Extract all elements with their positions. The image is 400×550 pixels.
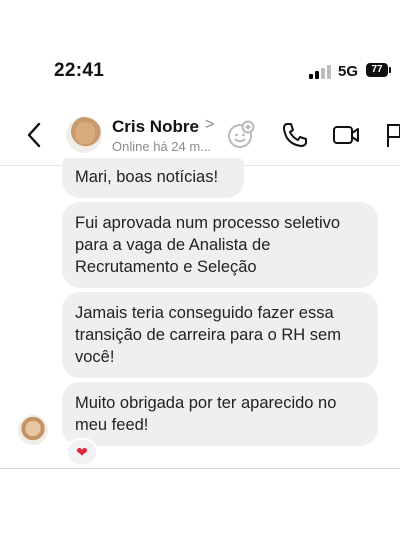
chevron-left-icon[interactable]	[24, 120, 44, 150]
message-bubble[interactable]: Muito obrigada por ter aparecido no meu …	[62, 382, 378, 446]
heart-reaction[interactable]: ❤	[66, 438, 98, 466]
battery-level: 77	[371, 64, 383, 75]
sender-avatar[interactable]	[18, 415, 48, 445]
cellular-signal-icon	[309, 65, 333, 79]
message-bubble[interactable]: Mari, boas notícias!	[62, 158, 244, 198]
presence-status: Online há 24 m...	[112, 139, 211, 154]
flag-icon[interactable]	[385, 120, 400, 150]
contact-name[interactable]: Cris Nobre	[112, 117, 199, 137]
message-bubble[interactable]: Jamais teria conseguido fazer essa trans…	[62, 292, 378, 378]
network-type: 5G	[338, 63, 359, 80]
battery-icon: 77	[366, 63, 392, 79]
video-camera-icon[interactable]	[331, 120, 361, 150]
sticker-plus-icon[interactable]	[226, 120, 256, 150]
status-time: 22:41	[54, 60, 105, 81]
message-bubble[interactable]: Fui aprovada num processo seletivo para …	[62, 202, 378, 288]
status-bar: 22:41 5G 77	[0, 0, 400, 100]
composer-divider	[0, 468, 400, 469]
contact-avatar[interactable]	[66, 117, 102, 153]
chat-header: Cris Nobre > Online há 24 m...	[0, 108, 400, 164]
chevron-right-icon[interactable]: >	[205, 116, 214, 134]
phone-icon[interactable]	[280, 120, 310, 150]
